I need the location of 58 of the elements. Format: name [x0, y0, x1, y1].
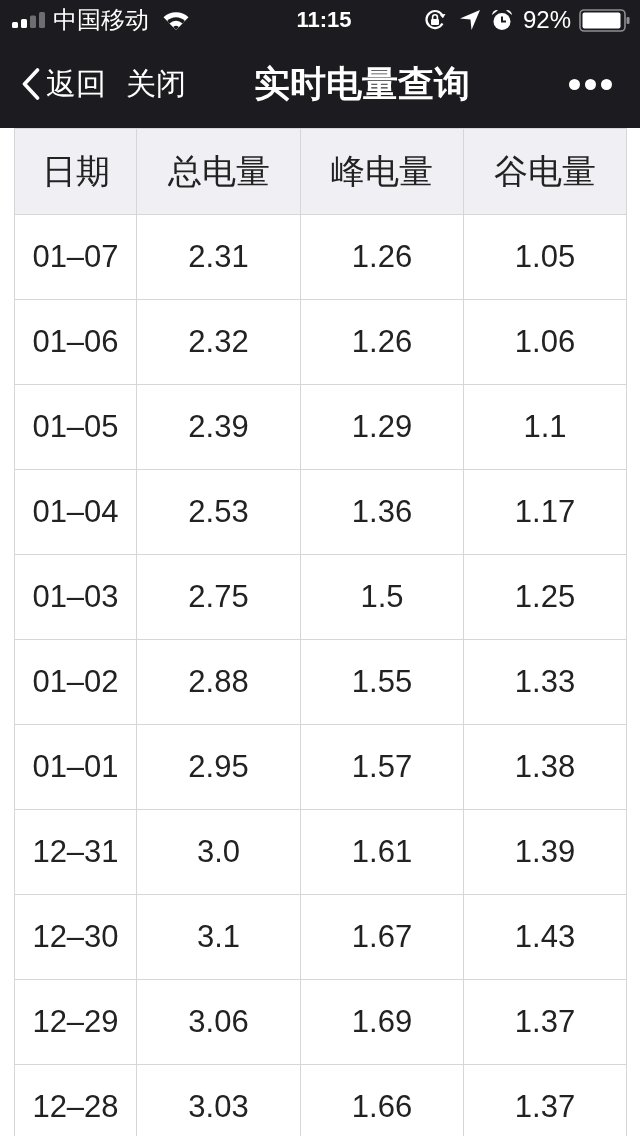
table-cell: 1.26 [301, 215, 464, 300]
table-cell: 01–01 [15, 725, 137, 810]
status-time: 11:15 [296, 6, 352, 34]
page-title: 实时电量查询 [254, 63, 470, 105]
close-button[interactable]: 关闭 [126, 67, 186, 101]
alarm-clock-icon [490, 9, 513, 31]
table-cell: 1.57 [301, 725, 464, 810]
table-cell: 12–30 [15, 895, 137, 980]
table-cell: 01–02 [15, 640, 137, 725]
table-cell: 12–31 [15, 810, 137, 895]
table-cell: 2.31 [137, 215, 301, 300]
battery-percent: 92% [522, 6, 571, 34]
wifi-icon [163, 10, 189, 30]
table-cell: 2.32 [137, 300, 301, 385]
table-cell: 01–04 [15, 470, 137, 555]
table-cell: 3.1 [137, 895, 301, 980]
table-cell: 1.38 [464, 725, 627, 810]
table-cell: 1.33 [464, 640, 627, 725]
more-icon[interactable] [569, 78, 612, 90]
table-cell: 1.36 [301, 470, 464, 555]
table-cell: 1.29 [301, 385, 464, 470]
location-arrow-icon [459, 10, 480, 30]
table-cell: 01–07 [15, 215, 137, 300]
table-cell: 2.95 [137, 725, 301, 810]
table-cell: 1.06 [464, 300, 627, 385]
table-cell: 3.06 [137, 980, 301, 1065]
table-cell: 01–06 [15, 300, 137, 385]
table-cell: 1.1 [464, 385, 627, 470]
table-cell: 12–29 [15, 980, 137, 1065]
table-cell: 1.17 [464, 470, 627, 555]
table-cell: 2.88 [137, 640, 301, 725]
carrier-name: 中国移动 [53, 6, 149, 34]
table-cell: 3.0 [137, 810, 301, 895]
table-cell: 1.26 [301, 300, 464, 385]
battery-icon [579, 8, 630, 32]
column-header: 谷电量 [464, 129, 627, 215]
table-cell: 1.67 [301, 895, 464, 980]
rotation-lock-icon [423, 9, 446, 31]
column-header: 总电量 [137, 129, 301, 215]
table-cell: 1.37 [464, 980, 627, 1065]
table-cell: 2.53 [137, 470, 301, 555]
column-header: 峰电量 [301, 129, 464, 215]
table-cell: 1.43 [464, 895, 627, 980]
table-cell: 01–05 [15, 385, 137, 470]
table-cell: 1.61 [301, 810, 464, 895]
table-cell: 1.69 [301, 980, 464, 1065]
table-cell: 1.55 [301, 640, 464, 725]
chevron-left-icon [22, 68, 40, 100]
table-cell: 1.5 [301, 555, 464, 640]
table-cell: 2.75 [137, 555, 301, 640]
back-button[interactable]: 返回 [22, 67, 106, 101]
signal-icon [12, 12, 45, 28]
column-header: 日期 [15, 129, 137, 215]
table-cell: 1.39 [464, 810, 627, 895]
table-cell: 1.25 [464, 555, 627, 640]
table-cell: 2.39 [137, 385, 301, 470]
table-cell: 1.05 [464, 215, 627, 300]
table-cell: 01–03 [15, 555, 137, 640]
